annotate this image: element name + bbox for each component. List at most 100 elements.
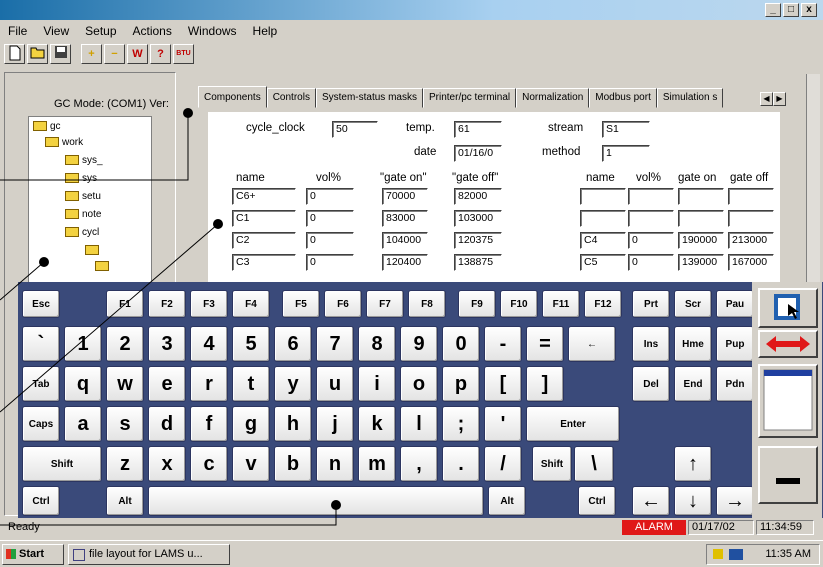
key-backslash[interactable]: \ [574,446,614,482]
row-name-field[interactable] [580,188,626,205]
menu-actions[interactable]: Actions [133,22,172,40]
key-up[interactable]: ↑ [674,446,712,482]
key-backtick[interactable]: ` [22,326,60,362]
tree-item[interactable]: cycl [65,227,99,238]
key-5[interactable]: 5 [232,326,270,362]
taskbar-item[interactable]: file layout for LAMS u... [68,544,230,565]
row-vol-field[interactable]: 0 [628,232,674,249]
key-e[interactable]: e [148,366,186,402]
tab-components[interactable]: Components [198,86,267,108]
temp-field[interactable]: 61 [454,121,502,138]
tree-item-work[interactable]: work [45,137,83,148]
key-6[interactable]: 6 [274,326,312,362]
row-vol-field[interactable]: 0 [306,254,354,271]
hand-cursor-icon[interactable] [758,288,818,328]
tab-controls[interactable]: Controls [266,88,316,108]
maximize-button[interactable]: □ [783,3,799,17]
method-field[interactable]: 1 [602,145,650,162]
row-gate-on-field[interactable]: 104000 [382,232,428,249]
key-down[interactable]: ↓ [674,486,712,516]
key-r[interactable]: r [190,366,228,402]
key-quote[interactable]: ' [484,406,522,442]
key-right[interactable]: → [716,486,754,516]
row-name-field[interactable]: C2 [232,232,296,249]
key-t[interactable]: t [232,366,270,402]
key-esc[interactable]: Esc [22,290,60,318]
key-f5[interactable]: F5 [282,290,320,318]
key-x[interactable]: x [148,446,186,482]
key-q[interactable]: q [64,366,102,402]
key-w[interactable]: w [106,366,144,402]
row-gate-on-field[interactable] [678,188,724,205]
key-ctrl-right[interactable]: Ctrl [578,486,616,516]
row-gate-off-field[interactable]: 82000 [454,188,502,205]
move-arrow-icon[interactable] [758,330,818,358]
key-enter[interactable]: Enter [526,406,620,442]
key-2[interactable]: 2 [106,326,144,362]
key-shift-left[interactable]: Shift [22,446,102,482]
row-name-field[interactable]: C5 [580,254,626,271]
key-][interactable]: ] [526,366,564,402]
key-slash[interactable]: / [484,446,522,482]
row-name-field[interactable]: C4 [580,232,626,249]
key-alt-right[interactable]: Alt [488,486,526,516]
row-gate-on-field[interactable]: 139000 [678,254,724,271]
tree-item[interactable] [95,261,112,272]
key-f2[interactable]: F2 [148,290,186,318]
minimize-button[interactable]: _ [765,3,781,17]
key-f[interactable]: f [190,406,228,442]
minimize-keyboard-icon[interactable] [758,446,818,504]
tab-scroll-right-icon[interactable]: ▶ [773,92,786,106]
tree-item[interactable]: note [65,209,101,220]
key-f12[interactable]: F12 [584,290,622,318]
key-o[interactable]: o [400,366,438,402]
key-v[interactable]: v [232,446,270,482]
key-=[interactable]: = [526,326,564,362]
speaker-icon[interactable] [713,549,723,559]
stream-field[interactable]: S1 [602,121,650,138]
tab-printer-pc-terminal[interactable]: Printer/pc terminal [422,88,517,108]
key-shift-right[interactable]: Shift [532,446,572,482]
key-left[interactable]: ← [632,486,670,516]
tab-system-status-masks[interactable]: System-status masks [315,88,423,108]
key-scr[interactable]: Scr [674,290,712,318]
tree-item[interactable] [85,245,102,256]
key-ctrl-left[interactable]: Ctrl [22,486,60,516]
help-icon[interactable]: ? [150,44,171,64]
minus-icon[interactable]: − [104,44,125,64]
key-alt-left[interactable]: Alt [106,486,144,516]
key-f3[interactable]: F3 [190,290,228,318]
close-button[interactable]: x [801,3,817,17]
tray-app-icon[interactable] [729,549,743,560]
key-period[interactable]: . [442,446,480,482]
key-s[interactable]: s [106,406,144,442]
tree-item[interactable]: sys_ [65,155,103,166]
menu-setup[interactable]: Setup [85,22,116,40]
row-vol-field[interactable] [628,210,674,227]
tree-item[interactable]: setu [65,191,101,202]
key-k[interactable]: k [358,406,396,442]
menu-file[interactable]: File [8,22,27,40]
key-a[interactable]: a [64,406,102,442]
tree-item-gc[interactable]: gc [33,121,61,132]
key-y[interactable]: y [274,366,312,402]
key-3[interactable]: 3 [148,326,186,362]
key-j[interactable]: j [316,406,354,442]
key-f9[interactable]: F9 [458,290,496,318]
key-i[interactable]: i [358,366,396,402]
menu-view[interactable]: View [43,22,69,40]
row-vol-field[interactable]: 0 [628,254,674,271]
row-name-field[interactable]: C6+ [232,188,296,205]
key-tab[interactable]: Tab [22,366,60,402]
row-vol-field[interactable]: 0 [306,188,354,205]
key-1[interactable]: 1 [64,326,102,362]
row-gate-off-field[interactable] [728,210,774,227]
row-vol-field[interactable]: 0 [306,210,354,227]
key-[[interactable]: [ [484,366,522,402]
row-gate-off-field[interactable] [728,188,774,205]
key-m[interactable]: m [358,446,396,482]
title-bar[interactable] [0,0,823,20]
row-gate-on-field[interactable]: 120400 [382,254,428,271]
key-d[interactable]: d [148,406,186,442]
key-comma[interactable]: , [400,446,438,482]
